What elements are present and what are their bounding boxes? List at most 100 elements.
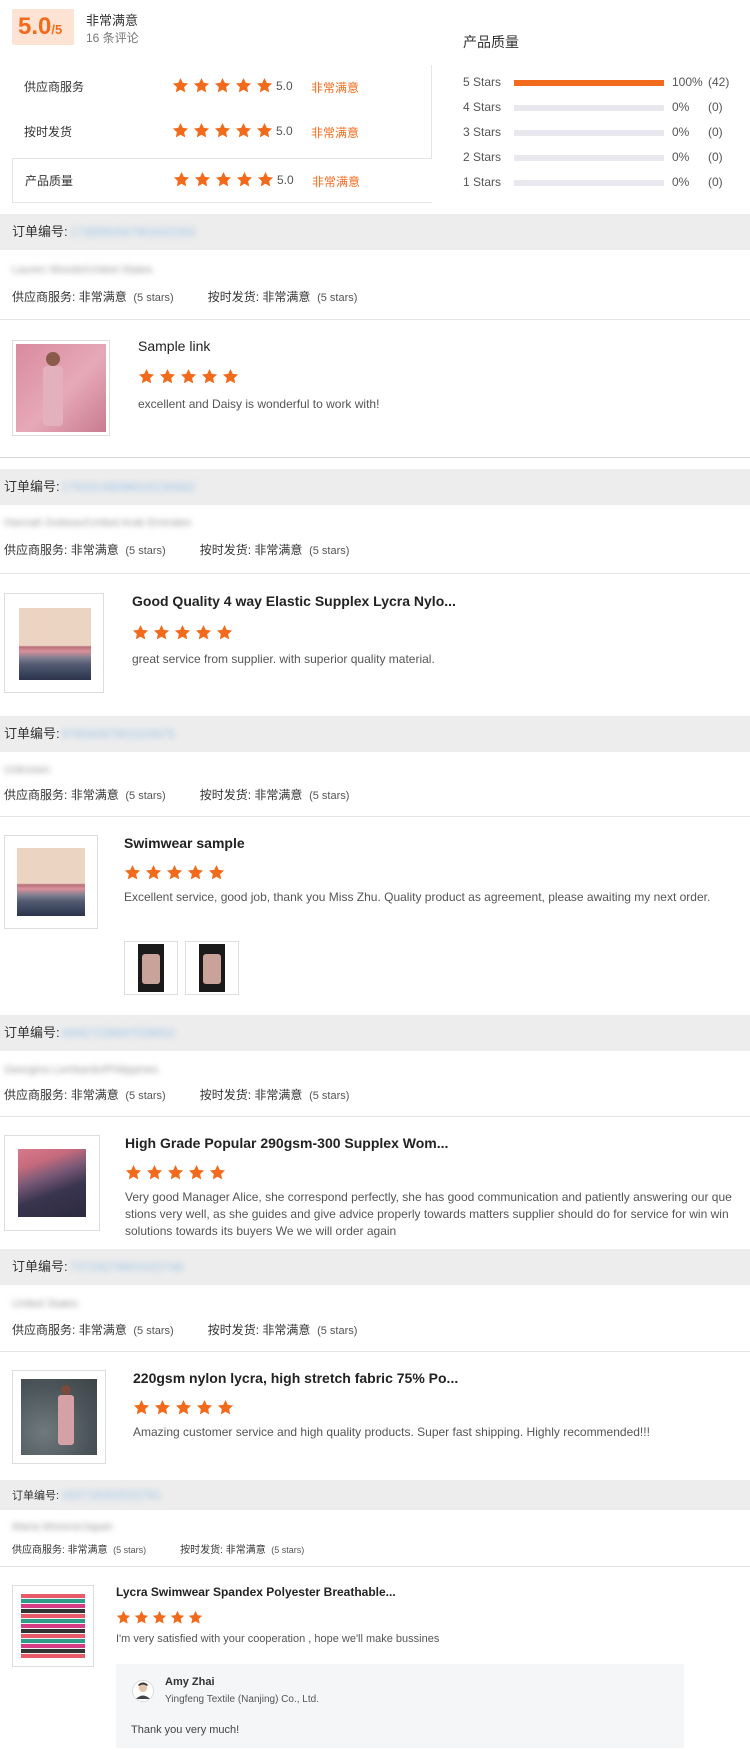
product-title[interactable]: Lycra Swimwear Spandex Polyester Breatha… [116, 1585, 396, 1599]
order-number-label: 订单编号: [12, 1490, 60, 1502]
product-title[interactable]: 220gsm nylon lycra, high stretch fabric … [133, 1370, 458, 1386]
star-rating [173, 171, 278, 189]
distribution-percent: 100% [672, 75, 703, 89]
rating-row-supplier-service[interactable]: 供应商服务 5.0 非常满意 [12, 65, 432, 110]
product-thumbnail[interactable] [12, 1370, 106, 1464]
star-icon [256, 77, 273, 94]
distribution-label: 2 Stars [463, 150, 502, 164]
review-stars [138, 368, 243, 386]
distribution-row[interactable]: 4 Stars 0% (0) [463, 98, 743, 118]
review-stars [125, 1164, 230, 1182]
reviewer-location: Georgina Lombardo/Philippines [4, 1064, 159, 1076]
star-icon [201, 368, 218, 385]
star-icon [180, 368, 197, 385]
star-icon [193, 77, 210, 94]
star-icon [187, 864, 204, 881]
distribution-percent: 0% [672, 175, 690, 189]
distribution-count: (0) [708, 100, 723, 114]
star-icon [215, 171, 232, 188]
star-icon [145, 864, 162, 881]
review-stars [116, 1610, 206, 1628]
star-icon [193, 122, 210, 139]
distribution-label: 1 Stars [463, 175, 502, 189]
review-photo[interactable] [185, 941, 239, 995]
star-icon [132, 624, 149, 641]
distribution-row[interactable]: 3 Stars 0% (0) [463, 123, 743, 143]
divider [0, 319, 750, 320]
distribution-bar [514, 155, 664, 161]
divider [0, 1351, 750, 1352]
order-number[interactable]: 1738992567901022302 [70, 214, 197, 250]
star-icon [208, 864, 225, 881]
distribution-bar [514, 105, 664, 111]
rating-row-product-quality[interactable]: 产品质量 5.0 非常满意 [12, 158, 432, 203]
star-icon [194, 171, 211, 188]
product-image [21, 1379, 97, 1455]
order-number-label: 订单编号: [4, 479, 60, 494]
reviewer-location: United States [12, 1298, 79, 1310]
reply-company: Yingfeng Textile (Nanjing) Co., Ltd. [165, 1694, 319, 1705]
rating-value: 5.0 [276, 79, 293, 93]
order-number-label: 订单编号: [12, 224, 68, 239]
product-thumbnail[interactable] [12, 1585, 94, 1667]
distribution-bar [514, 180, 664, 186]
order-number-bar: 订单编号: 44057238697028652 [0, 1015, 750, 1051]
product-title[interactable]: High Grade Popular 290gsm-300 Supplex Wo… [125, 1135, 448, 1151]
star-icon [188, 1610, 203, 1625]
star-icon [256, 122, 273, 139]
distribution-count: (0) [708, 150, 723, 164]
order-number-bar: 订单编号: 1738992567901022302 [0, 214, 750, 250]
product-title[interactable]: Good Quality 4 way Elastic Supplex Lycra… [132, 593, 456, 609]
review-meta: 供应商服务: 非常满意 (5 stars) 按时发货: 非常满意 (5 stars… [12, 1323, 358, 1337]
order-number[interactable]: 73729279901022748 [70, 1249, 183, 1285]
order-number-bar: 订单编号: 73729279901022748 [0, 1249, 750, 1285]
review-comment: Excellent service, good job, thank you M… [124, 890, 711, 904]
star-icon [195, 624, 212, 641]
order-number-label: 订单编号: [4, 726, 60, 741]
product-thumbnail[interactable] [4, 1135, 100, 1231]
overall-label: 非常满意 [86, 13, 139, 28]
star-icon [236, 171, 253, 188]
review-count: 16 条评论 [86, 31, 139, 45]
distribution-bar [514, 130, 664, 136]
product-image [19, 608, 91, 680]
product-thumbnail[interactable] [4, 593, 104, 693]
review-comment: Very good Manager Alice, she correspond … [125, 1190, 732, 1238]
star-icon [116, 1610, 131, 1625]
rating-label: 按时发货 [24, 125, 73, 139]
distribution-row[interactable]: 2 Stars 0% (0) [463, 148, 743, 168]
review-comment: I'm very satisfied with your cooperation… [116, 1633, 440, 1645]
order-number[interactable]: 97856087901024675 [62, 716, 175, 752]
review-photo[interactable] [124, 941, 178, 995]
order-number[interactable]: 44057238697028652 [62, 1015, 175, 1051]
star-icon [172, 122, 189, 139]
avatar [132, 1680, 154, 1702]
product-thumbnail[interactable] [4, 835, 98, 929]
distribution-row[interactable]: 1 Stars 0% (0) [463, 173, 743, 193]
star-icon [257, 171, 274, 188]
star-icon [235, 77, 252, 94]
order-number-bar: 订单编号: 97856087901024675 [0, 716, 750, 752]
order-number-label: 订单编号: [12, 1259, 68, 1274]
reviewer-location: Unknown [4, 764, 50, 776]
star-icon [188, 1164, 205, 1181]
product-thumbnail[interactable] [12, 340, 110, 436]
divider [0, 457, 750, 458]
star-icon [124, 864, 141, 881]
star-icon [152, 1610, 167, 1625]
order-number[interactable]: 17633148098015230662 [62, 469, 195, 505]
distribution-row[interactable]: 5 Stars 100% (42) [463, 73, 743, 93]
rating-label: 供应商服务 [24, 80, 85, 94]
star-icon [217, 1399, 234, 1416]
product-title[interactable]: Sample link [138, 338, 210, 354]
star-icon [153, 624, 170, 641]
product-title[interactable]: Swimwear sample [124, 835, 245, 851]
rating-text: 非常满意 [311, 81, 360, 95]
rating-row-on-time[interactable]: 按时发货 5.0 非常满意 [12, 110, 432, 155]
order-number[interactable]: 163718302533781 [61, 1480, 161, 1510]
review-stars [124, 864, 229, 882]
product-image [16, 344, 106, 432]
star-icon [134, 1610, 149, 1625]
star-icon [209, 1164, 226, 1181]
review-comment: excellent and Daisy is wonderful to work… [138, 397, 380, 411]
